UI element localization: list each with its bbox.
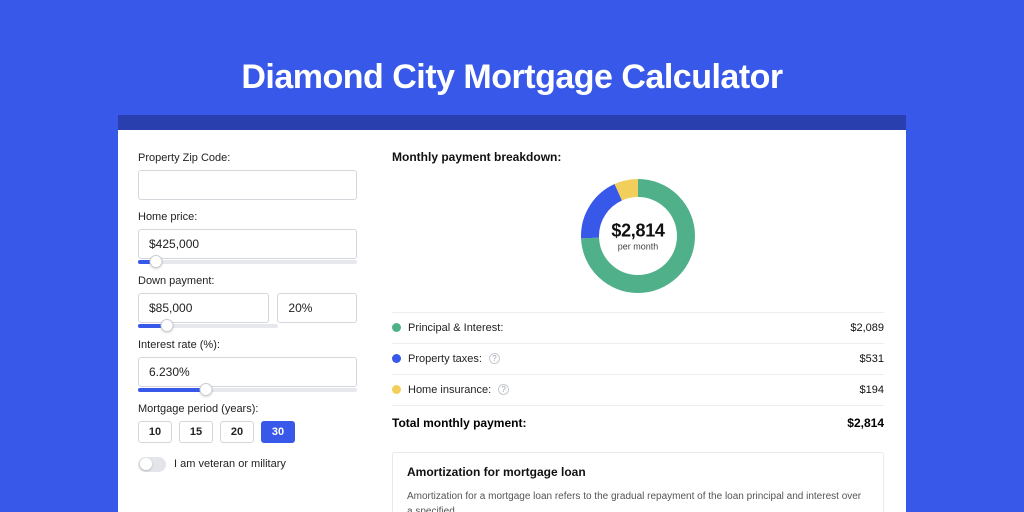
page-root: Diamond City Mortgage Calculator Propert… (0, 0, 1024, 512)
period-button-15[interactable]: 15 (179, 421, 213, 443)
header-band (118, 115, 906, 130)
slider-thumb-icon[interactable] (149, 255, 162, 268)
swatch-icon (392, 354, 401, 363)
veteran-toggle[interactable] (138, 457, 166, 472)
total-label: Total monthly payment: (392, 416, 526, 430)
breakdown-label: Principal & Interest: (408, 322, 503, 334)
breakdown-row: Property taxes:? $531 (392, 343, 884, 374)
home-price-label: Home price: (138, 211, 357, 223)
home-price-slider[interactable] (138, 260, 357, 264)
help-icon[interactable]: ? (489, 353, 500, 364)
field-veteran: I am veteran or military (138, 457, 357, 472)
donut-center: $2,814 per month (611, 220, 664, 251)
slider-thumb-icon[interactable] (199, 383, 212, 396)
period-button-10[interactable]: 10 (138, 421, 172, 443)
down-payment-slider[interactable] (138, 324, 278, 328)
toggle-knob-icon (140, 458, 152, 470)
calculator-card: Property Zip Code: Home price: Down paym… (118, 130, 906, 512)
breakdown-label: Home insurance: (408, 384, 491, 396)
interest-rate-input[interactable] (138, 357, 357, 387)
period-button-20[interactable]: 20 (220, 421, 254, 443)
total-amount: $2,814 (847, 416, 884, 430)
swatch-icon (392, 385, 401, 394)
form-panel: Property Zip Code: Home price: Down paym… (118, 130, 378, 512)
swatch-icon (392, 323, 401, 332)
breakdown-value: $194 (860, 384, 884, 396)
field-zip: Property Zip Code: (138, 152, 357, 200)
interest-rate-label: Interest rate (%): (138, 339, 357, 351)
breakdown-panel: Monthly payment breakdown: $2,814 per mo… (378, 130, 906, 512)
amortization-title: Amortization for mortgage loan (407, 465, 869, 479)
zip-input[interactable] (138, 170, 357, 200)
breakdown-label: Property taxes: (408, 353, 482, 365)
breakdown-value: $2,089 (850, 322, 884, 334)
donut-total: $2,814 (611, 220, 664, 241)
period-label: Mortgage period (years): (138, 403, 357, 415)
field-down-payment: Down payment: (138, 275, 357, 328)
period-button-30[interactable]: 30 (261, 421, 295, 443)
help-icon[interactable]: ? (498, 384, 509, 395)
down-payment-label: Down payment: (138, 275, 357, 287)
donut-chart: $2,814 per month (392, 174, 884, 298)
breakdown-row: Home insurance:? $194 (392, 374, 884, 405)
amortization-text: Amortization for a mortgage loan refers … (407, 489, 869, 512)
field-period: Mortgage period (years): 10 15 20 30 (138, 403, 357, 443)
slider-thumb-icon[interactable] (161, 319, 174, 332)
breakdown-row: Principal & Interest: $2,089 (392, 312, 884, 343)
breakdown-value: $531 (860, 353, 884, 365)
amortization-card: Amortization for mortgage loan Amortizat… (392, 452, 884, 512)
zip-label: Property Zip Code: (138, 152, 357, 164)
breakdown-title: Monthly payment breakdown: (392, 150, 884, 164)
donut-sub: per month (611, 241, 664, 251)
home-price-input[interactable] (138, 229, 357, 259)
down-payment-amount-input[interactable] (138, 293, 269, 323)
interest-rate-slider[interactable] (138, 388, 357, 392)
veteran-label: I am veteran or military (174, 458, 286, 470)
page-title: Diamond City Mortgage Calculator (241, 58, 782, 97)
down-payment-percent-input[interactable] (277, 293, 357, 323)
field-home-price: Home price: (138, 211, 357, 264)
total-row: Total monthly payment: $2,814 (392, 405, 884, 440)
field-interest-rate: Interest rate (%): (138, 339, 357, 392)
